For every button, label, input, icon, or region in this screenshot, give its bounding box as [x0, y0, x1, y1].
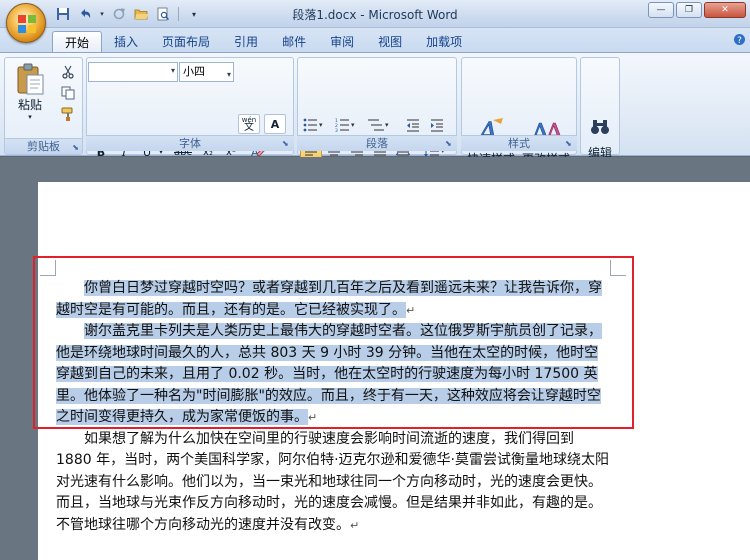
- paragraph-mark: ↵: [308, 411, 318, 424]
- multilevel-list-icon[interactable]: ▾: [364, 115, 394, 135]
- title-bar: 段落1.docx - Microsoft Word ▾ ▾ — ❐ ✕: [0, 0, 750, 28]
- styles-launcher-icon[interactable]: ⬊: [565, 139, 572, 148]
- save-icon[interactable]: [54, 5, 72, 23]
- paragraph-text: 你曾白日梦过穿越时空吗？或者穿越到几百年之后及看到遥远未来？让我告诉你，穿越时空…: [56, 280, 602, 318]
- paragraph-text: 谢尔盖克里卡列夫是人类历史上最伟大的穿越时空者。这位俄罗斯宇航员创了记录，他是环…: [56, 323, 602, 425]
- crop-mark-top-left: [40, 260, 56, 276]
- font-group-label: 字体: [86, 135, 294, 151]
- clipboard-group-label: 剪贴板: [5, 138, 82, 154]
- svg-text:▾: ▾: [385, 121, 389, 129]
- numbering-icon[interactable]: 1 2 3 ▾: [332, 115, 360, 135]
- customize-qat-icon[interactable]: ▾: [185, 5, 203, 23]
- document-body[interactable]: 你曾白日梦过穿越时空吗？或者穿越到几百年之后及看到遥远未来？让我告诉你，穿越时空…: [56, 278, 612, 536]
- close-icon[interactable]: ✕: [704, 2, 746, 18]
- svg-text:▾: ▾: [351, 121, 355, 129]
- increase-indent-icon[interactable]: [426, 115, 448, 135]
- tab-references[interactable]: 引用: [222, 31, 270, 52]
- minimize-icon[interactable]: —: [648, 2, 674, 18]
- document-page[interactable]: 你曾白日梦过穿越时空吗？或者穿越到几百年之后及看到遥远未来？让我告诉你，穿越时空…: [38, 182, 750, 560]
- paragraph-mark: ↵: [350, 518, 360, 532]
- crop-mark-top-right: [610, 260, 626, 276]
- tab-insert[interactable]: 插入: [102, 31, 150, 52]
- undo-icon[interactable]: [76, 5, 94, 23]
- phonetic-guide-char: 文: [244, 122, 254, 133]
- phonetic-guide-button[interactable]: wén 文: [238, 114, 260, 134]
- paragraph-mark: ↵: [406, 303, 416, 317]
- paragraph-launcher-icon[interactable]: ⬊: [445, 139, 452, 148]
- document-area: 你曾白日梦过穿越时空吗？或者穿越到几百年之后及看到遥远未来？让我告诉你，穿越时空…: [0, 157, 750, 560]
- copy-icon[interactable]: [57, 83, 79, 103]
- clipboard-group: 粘贴 ▾ 剪贴板 ⬊: [4, 57, 83, 155]
- restore-icon[interactable]: ❐: [676, 2, 702, 18]
- tab-page-layout[interactable]: 页面布局: [150, 31, 222, 52]
- tab-view[interactable]: 视图: [366, 31, 414, 52]
- binoculars-icon: [591, 120, 609, 134]
- tab-mailings[interactable]: 邮件: [270, 31, 318, 52]
- cut-icon[interactable]: [57, 62, 79, 82]
- ribbon: 粘贴 ▾ 剪贴板 ⬊ ▾ 小四 ▾ wén 文 A B I U ▾ abc x₂…: [0, 52, 750, 186]
- paste-dropdown-icon: ▾: [28, 112, 32, 121]
- undo-dropdown-icon[interactable]: ▾: [98, 5, 106, 23]
- bullets-icon[interactable]: ▾: [300, 115, 328, 135]
- ribbon-tab-row: 开始 插入 页面布局 引用 邮件 审阅 视图 加载项 ?: [0, 28, 750, 52]
- svg-text:3: 3: [335, 128, 338, 132]
- paste-button[interactable]: 粘贴 ▾: [9, 60, 51, 122]
- quick-access-toolbar: ▾ ▾: [54, 5, 203, 23]
- redo-icon[interactable]: [110, 5, 128, 23]
- font-size-value: 小四: [183, 65, 205, 78]
- paste-label: 粘贴: [17, 97, 42, 112]
- font-size-select[interactable]: 小四 ▾: [179, 62, 234, 82]
- character-border-button[interactable]: A: [264, 114, 286, 134]
- qat-separator: [178, 7, 179, 21]
- ribbon-tabs: 开始 插入 页面布局 引用 邮件 审阅 视图 加载项: [52, 31, 474, 52]
- font-name-value: [89, 68, 92, 81]
- print-preview-icon[interactable]: [154, 5, 172, 23]
- font-name-select[interactable]: ▾: [88, 62, 178, 82]
- clipboard-launcher-icon[interactable]: ⬊: [72, 143, 79, 152]
- help-icon[interactable]: ?: [732, 32, 746, 46]
- paste-icon: [17, 63, 44, 94]
- tab-review[interactable]: 审阅: [318, 31, 366, 52]
- styles-group-label: 样式: [461, 135, 577, 151]
- paragraph: 如果想了解为什么加快在空间里的行驶速度会影响时间流逝的速度，我们得回到 1880…: [56, 429, 612, 537]
- svg-text:?: ?: [737, 36, 742, 46]
- paragraph-group-label: 段落: [297, 135, 457, 151]
- office-button[interactable]: [6, 3, 46, 43]
- window-controls: — ❐ ✕: [648, 2, 746, 18]
- svg-text:▾: ▾: [319, 121, 323, 129]
- office-logo-icon: [18, 15, 36, 33]
- decrease-indent-icon[interactable]: [402, 115, 424, 135]
- paragraph: 你曾白日梦过穿越时空吗？或者穿越到几百年之后及看到遥远未来？让我告诉你，穿越时空…: [56, 278, 612, 321]
- tab-addins[interactable]: 加载项: [414, 31, 474, 52]
- font-launcher-icon[interactable]: ⬊: [282, 139, 289, 148]
- font-size-dropdown-icon: ▾: [226, 70, 231, 79]
- tab-home[interactable]: 开始: [52, 31, 103, 52]
- font-name-dropdown-icon: ▾: [170, 66, 175, 75]
- open-icon[interactable]: [132, 5, 150, 23]
- paragraph-text: 如果想了解为什么加快在空间里的行驶速度会影响时间流逝的速度，我们得回到 1880…: [56, 430, 609, 533]
- word-window: 段落1.docx - Microsoft Word ▾ ▾ — ❐ ✕ 开始 插…: [0, 0, 750, 560]
- paragraph: 谢尔盖克里卡列夫是人类历史上最伟大的穿越时空者。这位俄罗斯宇航员创了记录，他是环…: [56, 321, 612, 429]
- ribbon-corner-controls: ?: [732, 32, 746, 46]
- format-painter-icon[interactable]: [57, 104, 79, 124]
